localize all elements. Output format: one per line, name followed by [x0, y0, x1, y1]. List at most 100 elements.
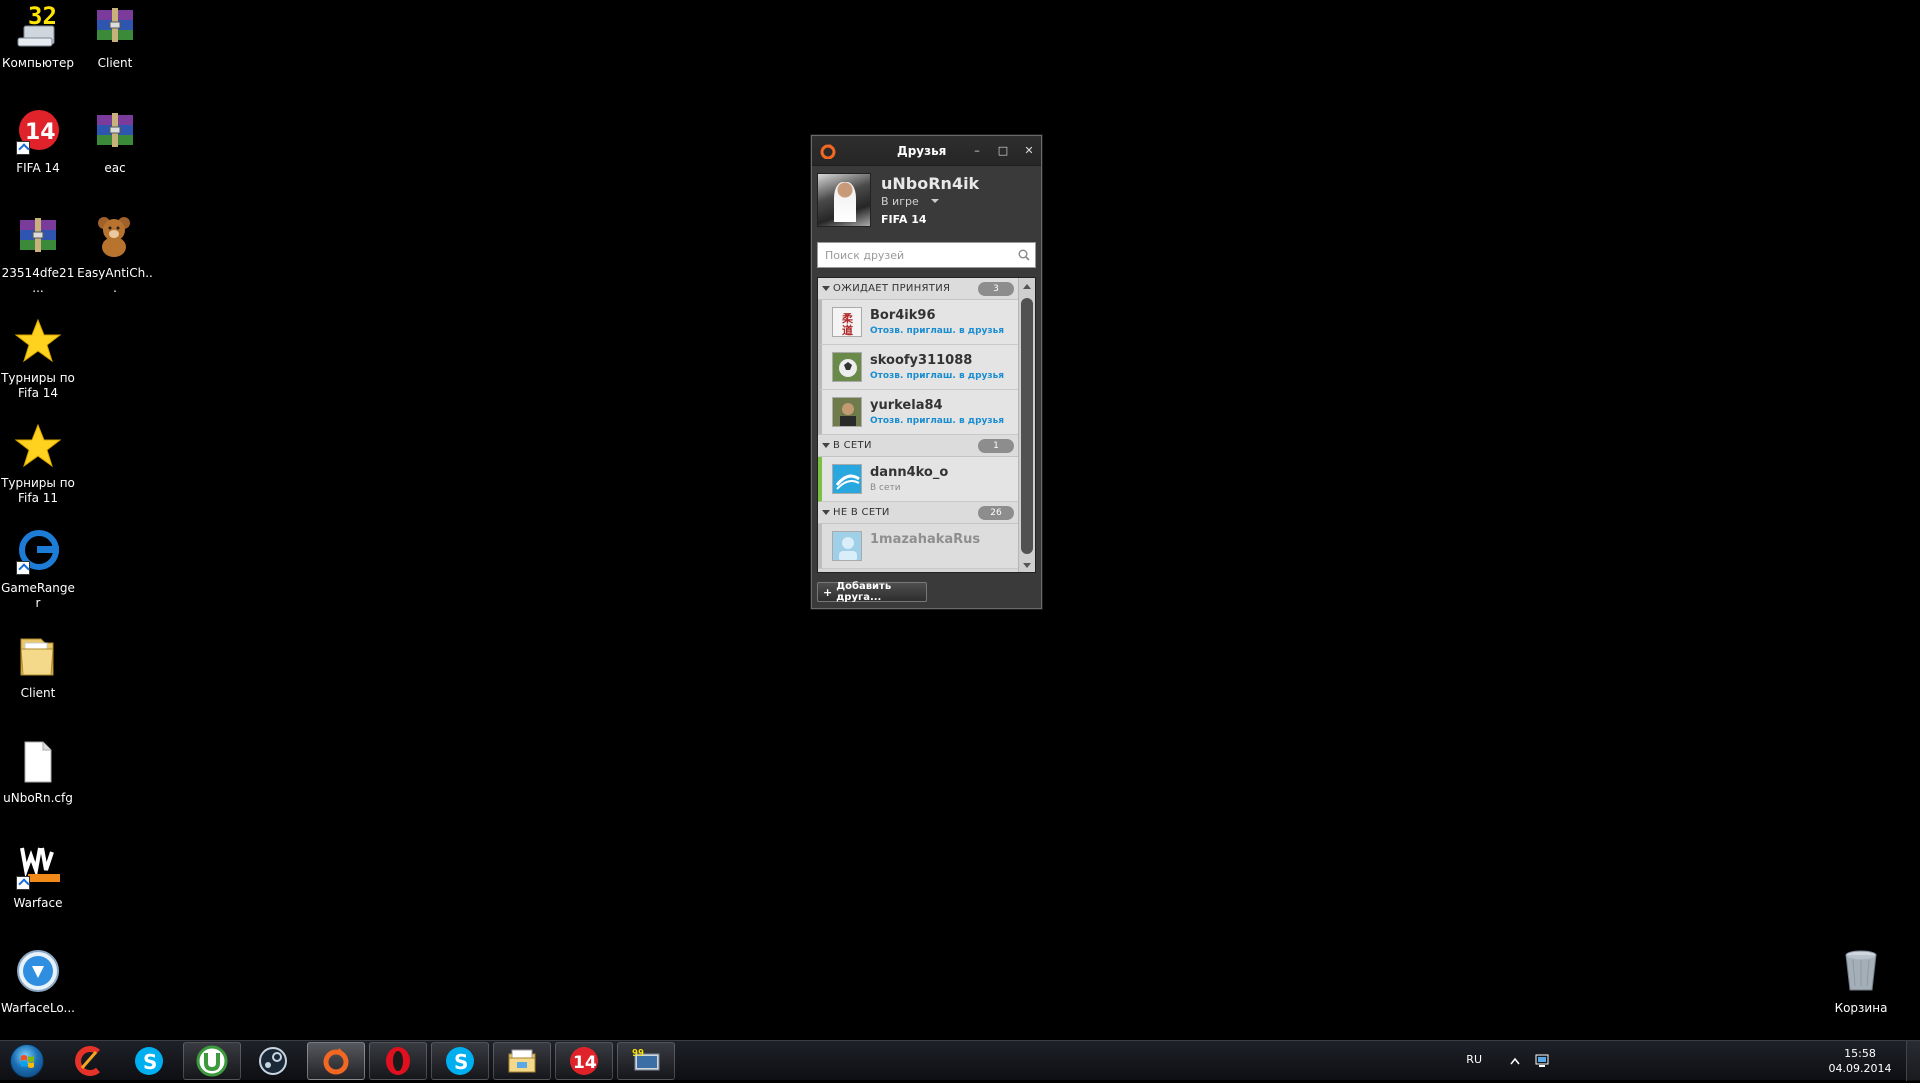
desktop-icon-client-archive[interactable]: Client	[77, 0, 153, 92]
friend-row[interactable]: skoofy311088 Отозв. приглаш. в друзья	[818, 345, 1018, 390]
search-icon[interactable]	[1018, 249, 1030, 261]
shortcut-arrow-icon	[16, 876, 30, 890]
winrar-archive-icon	[14, 212, 62, 260]
collapse-triangle-icon	[822, 286, 830, 291]
friend-status: В сети	[870, 483, 901, 493]
taskbar-steam[interactable]	[244, 1042, 302, 1080]
warface-icon	[14, 842, 62, 890]
group-count-badge: 26	[978, 506, 1014, 520]
taskbar-skype-pinned[interactable]: S	[120, 1042, 178, 1080]
scroll-up-icon[interactable]	[1023, 284, 1031, 289]
start-button[interactable]	[4, 1042, 50, 1080]
utorrent-icon	[196, 1045, 228, 1077]
taskbar-explorer[interactable]	[493, 1042, 551, 1080]
withdraw-invite-link[interactable]: Отозв. приглаш. в друзья	[870, 371, 1004, 381]
star-icon	[14, 422, 62, 470]
taskbar-opera[interactable]	[369, 1042, 427, 1080]
chevron-down-icon[interactable]	[931, 199, 939, 203]
recycle-bin-icon	[1837, 947, 1885, 995]
desktop-icon-tournaments-fifa11[interactable]: Турниры по Fifa 11	[0, 420, 76, 512]
desktop-icon-label: eac	[104, 161, 126, 175]
show-desktop-button[interactable]	[1906, 1041, 1920, 1081]
plus-icon: +	[823, 585, 833, 599]
search-input[interactable]	[818, 243, 1008, 267]
desktop-icon-label: FIFA 14	[16, 161, 60, 175]
taskbar-computer[interactable]: 99	[617, 1042, 675, 1080]
friends-list: ОЖИДАЕТ ПРИНЯТИЯ 3 柔 道 Bor4ik96 Отозв. п…	[817, 277, 1036, 573]
ccleaner-icon	[75, 1046, 100, 1076]
taskbar-origin[interactable]	[307, 1042, 365, 1080]
avatar[interactable]	[817, 173, 871, 227]
collapse-triangle-icon	[822, 443, 830, 448]
desktop-icon-client-folder[interactable]: Client	[0, 630, 76, 722]
friend-avatar	[832, 531, 862, 561]
status-dropdown[interactable]: В игре	[881, 195, 919, 208]
user-profile: uNboRn4ik В игре FIFA 14	[812, 166, 1041, 230]
collapse-triangle-icon	[822, 510, 830, 515]
desktop-icon-warface[interactable]: Warface	[0, 840, 76, 932]
close-button[interactable]: ✕	[1021, 143, 1037, 159]
scrollbar-thumb[interactable]	[1021, 298, 1033, 554]
friend-name: yurkela84	[870, 398, 943, 413]
svg-text:14: 14	[573, 1053, 597, 1073]
desktop-icon-tournaments-fifa14[interactable]: Турниры по Fifa 14	[0, 315, 76, 407]
group-header-pending[interactable]: ОЖИДАЕТ ПРИНЯТИЯ 3	[818, 278, 1018, 300]
friend-row[interactable]: 1mazahakaRus	[818, 524, 1018, 569]
desktop-icon-label: Warface	[13, 896, 63, 910]
desktop-icon-eac[interactable]: eac	[77, 105, 153, 197]
profile-current-game: FIFA 14	[881, 213, 927, 226]
desktop-icon-recycle-bin[interactable]: Корзина	[1823, 945, 1899, 1037]
scroll-down-icon[interactable]	[1023, 563, 1031, 568]
taskbar-utorrent[interactable]	[183, 1042, 241, 1080]
desktop-icon-archive-23514[interactable]: 23514dfe21...	[0, 210, 76, 302]
withdraw-invite-link[interactable]: Отозв. приглаш. в друзья	[870, 416, 1004, 426]
minimize-button[interactable]: –	[969, 143, 985, 159]
friend-row[interactable]: yurkela84 Отозв. приглаш. в друзья	[818, 390, 1018, 435]
desktop-icon-label: EasyAntiCh...	[77, 266, 153, 295]
friend-row[interactable]: 柔 道 Bor4ik96 Отозв. приглаш. в друзья	[818, 300, 1018, 345]
opera-icon	[386, 1047, 410, 1075]
taskbar-ccleaner[interactable]	[60, 1042, 118, 1080]
desktop-icon-label: WarfaceLo...	[1, 1001, 75, 1015]
gameranger-icon	[14, 527, 62, 575]
desktop-icon-label: 23514dfe21...	[1, 266, 75, 295]
skype-icon: S	[135, 1047, 163, 1075]
desktop-icon-easyanticheat[interactable]: EasyAntiCh...	[77, 210, 153, 302]
friend-row[interactable]: dann4ko_o В сети	[818, 457, 1018, 502]
withdraw-invite-link[interactable]: Отозв. приглаш. в друзья	[870, 326, 1004, 336]
friends-window: Друзья – □ ✕ uNboRn4ik В игре FIFA 14 ОЖ…	[811, 135, 1042, 609]
desktop-icon-warface-loader[interactable]: WarfaceLo...	[0, 945, 76, 1037]
window-title: Друзья	[897, 144, 947, 158]
desktop-icon-label: Турниры по Fifa 11	[1, 476, 75, 505]
window-titlebar[interactable]: Друзья – □ ✕	[812, 136, 1041, 166]
desktop-icon-label: Турниры по Fifa 14	[1, 371, 75, 400]
group-header-online[interactable]: В СЕТИ 1	[818, 435, 1018, 457]
svg-text:道: 道	[842, 323, 853, 337]
desktop-icon-label: uNboRn.cfg	[3, 791, 73, 805]
teddy-bear-icon	[91, 212, 139, 260]
taskbar-fifa14[interactable]: 14	[555, 1042, 613, 1080]
group-name: НЕ В СЕТИ	[833, 507, 890, 518]
computer-icon: 99	[632, 1048, 660, 1071]
list-scrollbar[interactable]	[1018, 278, 1035, 572]
clock-date: 04.09.2014	[1828, 1062, 1892, 1075]
star-icon	[14, 317, 62, 365]
language-indicator[interactable]: RU	[1466, 1053, 1482, 1066]
network-icon[interactable]	[1534, 1053, 1550, 1069]
friend-name: Bor4ik96	[870, 308, 936, 323]
maximize-button[interactable]: □	[995, 143, 1011, 159]
friend-avatar: 柔 道	[832, 307, 862, 337]
desktop-icon-computer[interactable]: 32 Компьютер	[0, 0, 76, 92]
group-header-offline[interactable]: НЕ В СЕТИ 26	[818, 502, 1018, 524]
profile-username: uNboRn4ik	[881, 174, 980, 193]
show-hidden-icons-icon[interactable]	[1510, 1057, 1520, 1065]
clock[interactable]: 15:58 04.09.2014	[1825, 1046, 1895, 1076]
desktop-icon-unborn-cfg[interactable]: uNboRn.cfg	[0, 735, 76, 827]
friend-avatar	[832, 397, 862, 427]
group-count-badge: 1	[978, 439, 1014, 453]
desktop-icon-fifa14[interactable]: 14 FIFA 14	[0, 105, 76, 197]
taskbar-skype[interactable]: S	[431, 1042, 489, 1080]
desktop-icon-gameranger[interactable]: GameRanger	[0, 525, 76, 617]
add-friend-button[interactable]: + Добавить друга...	[817, 581, 927, 603]
friend-search	[817, 242, 1036, 268]
